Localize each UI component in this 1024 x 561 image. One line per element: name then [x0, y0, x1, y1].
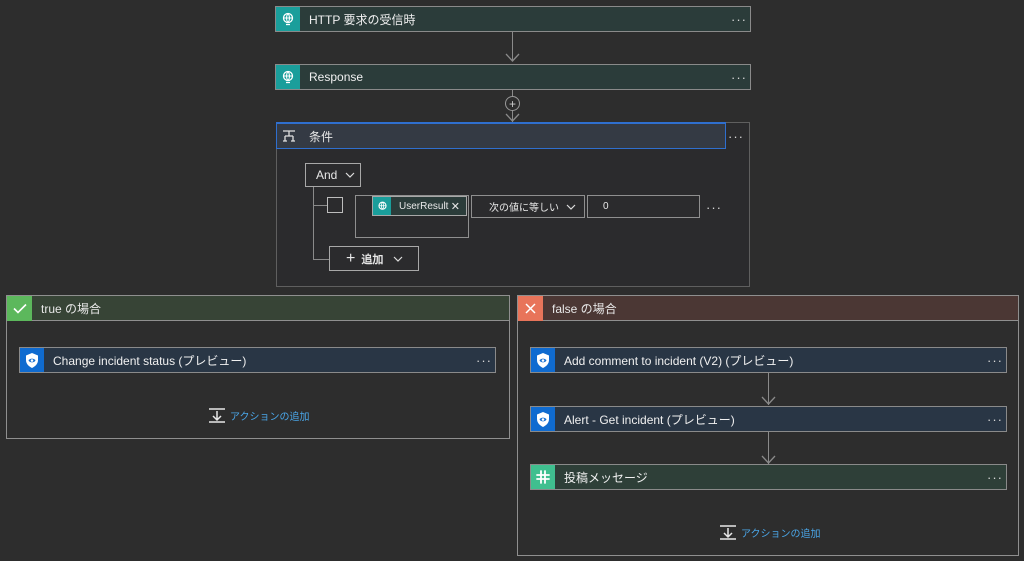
action-title: 投稿メッセージ: [564, 470, 648, 485]
chevron-down-icon: [345, 172, 355, 178]
connector-arrow-icon: [505, 53, 520, 62]
chevron-down-icon: [393, 256, 403, 262]
add-condition-label: 追加: [361, 253, 384, 266]
false-add-action-link[interactable]: アクションの追加: [719, 524, 821, 541]
group-tree-line: [313, 187, 314, 259]
user-result-token[interactable]: UserResult ✕: [372, 196, 467, 216]
condition-title: 条件: [309, 129, 334, 144]
add-action-icon: [209, 408, 225, 423]
comparison-dropdown[interactable]: 次の値に等しい: [471, 195, 585, 218]
add-comment-card[interactable]: Add comment to incident (V2) (プレビュー) ···: [530, 347, 1007, 373]
plus-icon: +: [346, 249, 356, 267]
http-trigger-title: HTTP 要求の受信時: [309, 12, 416, 27]
condition-icon: [277, 124, 301, 148]
action-title: Change incident status (プレビュー): [53, 353, 247, 368]
sentinel-shield-icon: [20, 348, 44, 372]
sentinel-shield-icon: [531, 407, 555, 431]
change-incident-status-card[interactable]: Change incident status (プレビュー) ···: [19, 347, 496, 373]
close-icon[interactable]: ✕: [451, 200, 466, 213]
false-branch-header[interactable]: false の場合: [517, 295, 1019, 321]
and-operator-dropdown[interactable]: And: [305, 163, 361, 187]
add-action-icon: [720, 525, 736, 540]
connector-arrow-icon: [761, 396, 776, 405]
more-options-icon[interactable]: ···: [984, 412, 1006, 427]
condition-right-operand[interactable]: 0: [587, 195, 700, 218]
http-trigger-card[interactable]: HTTP 要求の受信時 ···: [275, 6, 751, 32]
response-title: Response: [309, 70, 364, 84]
group-tree-branch: [313, 205, 327, 206]
and-operator-label: And: [316, 168, 338, 182]
add-condition-button[interactable]: + 追加: [329, 246, 419, 271]
more-options-icon[interactable]: ···: [728, 129, 744, 144]
true-branch-title: true の場合: [41, 301, 102, 316]
group-tree-branch: [313, 259, 329, 260]
http-trigger-icon: [276, 7, 300, 31]
checkmark-icon: [7, 295, 32, 321]
add-action-label: アクションの追加: [741, 529, 821, 540]
true-branch-header[interactable]: true の場合: [6, 295, 510, 321]
response-card[interactable]: Response ···: [275, 64, 751, 90]
http-icon: [276, 65, 300, 89]
sentinel-shield-icon: [531, 348, 555, 372]
chevron-down-icon: [566, 204, 576, 210]
true-add-action-link[interactable]: アクションの追加: [208, 407, 310, 424]
post-message-card[interactable]: 投稿メッセージ ···: [530, 464, 1007, 490]
more-options-icon[interactable]: ···: [984, 353, 1006, 368]
more-options-icon[interactable]: ···: [984, 470, 1006, 485]
more-options-icon[interactable]: ···: [728, 12, 750, 27]
comparison-label: 次の値に等しい: [489, 203, 559, 214]
alert-get-incident-card[interactable]: Alert - Get incident (プレビュー) ···: [530, 406, 1007, 432]
condition-header[interactable]: 条件: [276, 122, 726, 149]
token-label: UserResult: [399, 200, 449, 212]
row-more-options-icon[interactable]: ···: [706, 200, 722, 215]
condition-value: 0: [603, 201, 609, 212]
action-title: Add comment to incident (V2) (プレビュー): [564, 353, 794, 368]
add-action-label: アクションの追加: [230, 412, 310, 423]
close-icon: [518, 295, 543, 321]
condition-row-checkbox[interactable]: [327, 197, 343, 213]
insert-step-plus-icon[interactable]: +: [505, 96, 520, 111]
false-branch-title: false の場合: [552, 301, 617, 316]
more-options-icon[interactable]: ···: [728, 70, 750, 85]
http-icon: [373, 197, 391, 215]
more-options-icon[interactable]: ···: [473, 353, 495, 368]
slack-icon: [531, 465, 555, 489]
action-title: Alert - Get incident (プレビュー): [564, 412, 735, 427]
